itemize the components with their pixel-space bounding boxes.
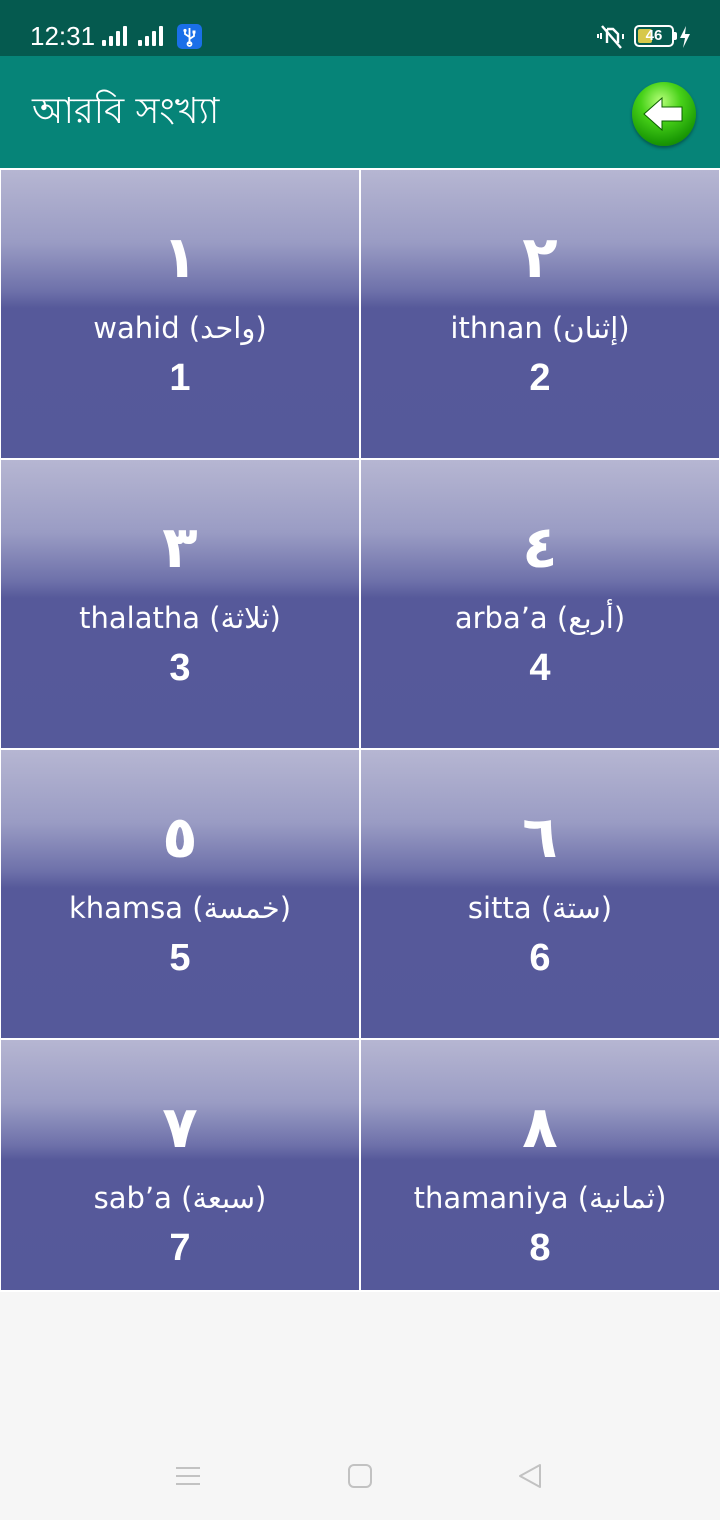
number-tile-1[interactable]: ١ wahid (واحد) 1 (1, 170, 359, 458)
back-icon[interactable] (516, 1462, 544, 1490)
system-nav-bar (0, 1436, 720, 1516)
digit: 1 (169, 357, 191, 399)
home-icon[interactable] (346, 1462, 374, 1490)
digit: 5 (169, 937, 191, 979)
vibrate-off-icon (596, 24, 626, 50)
number-tile-8[interactable]: ٨ thamaniya (ثمانية) 8 (361, 1040, 719, 1290)
arabic-numeral: ٧ (162, 1093, 198, 1161)
status-bar: 12:31 46 (0, 0, 720, 56)
number-tile-6[interactable]: ٦ sitta (ستة) 6 (361, 750, 719, 1038)
digit: 6 (529, 937, 551, 979)
transliteration: sab’a (سبعة) (93, 1181, 267, 1215)
back-arrow-icon (643, 96, 683, 132)
number-tile-7[interactable]: ٧ sab’a (سبعة) 7 (1, 1040, 359, 1290)
status-time: 12:31 (30, 21, 96, 51)
number-tile-5[interactable]: ٥ khamsa (خمسة) 5 (1, 750, 359, 1038)
digit: 2 (529, 357, 551, 399)
transliteration: sitta (ستة) (467, 891, 613, 925)
digit: 7 (169, 1227, 191, 1269)
transliteration: ithnan (إثنان) (450, 311, 630, 345)
number-tile-4[interactable]: ٤ arba’a (أربع) 4 (361, 460, 719, 748)
menu-icon[interactable] (174, 1462, 202, 1490)
digit: 3 (169, 647, 191, 689)
arabic-numeral: ٢ (522, 223, 558, 291)
signal-icon-2 (138, 24, 168, 46)
digit: 4 (529, 647, 551, 689)
transliteration: khamsa (خمسة) (68, 891, 292, 925)
charging-bolt-icon (678, 24, 692, 50)
battery-icon: 46 (634, 25, 677, 47)
battery-level: 46 (645, 27, 663, 44)
digit: 8 (529, 1227, 551, 1269)
app-bar: আরবি সংখ্যা (0, 56, 720, 168)
arabic-numeral: ٤ (522, 513, 558, 581)
arabic-numeral: ٦ (522, 803, 558, 871)
arabic-numeral: ٣ (162, 513, 198, 581)
transliteration: thamaniya (ثمانية) (413, 1181, 667, 1215)
transliteration: thalatha (ثلاثة) (79, 601, 281, 635)
back-button[interactable] (632, 82, 696, 146)
numbers-grid: ١ wahid (واحد) 1 ٢ ithnan (إثنان) 2 ٣ th… (0, 168, 720, 1292)
signal-icon (102, 24, 132, 46)
arabic-numeral: ١ (162, 223, 198, 291)
number-tile-2[interactable]: ٢ ithnan (إثنان) 2 (361, 170, 719, 458)
arabic-numeral: ٨ (522, 1093, 558, 1161)
number-tile-3[interactable]: ٣ thalatha (ثلاثة) 3 (1, 460, 359, 748)
usb-icon (177, 24, 202, 49)
transliteration: wahid (واحد) (93, 311, 267, 345)
transliteration: arba’a (أربع) (454, 601, 626, 635)
arabic-numeral: ٥ (162, 803, 198, 871)
page-title: আরবি সংখ্যা (32, 91, 220, 132)
